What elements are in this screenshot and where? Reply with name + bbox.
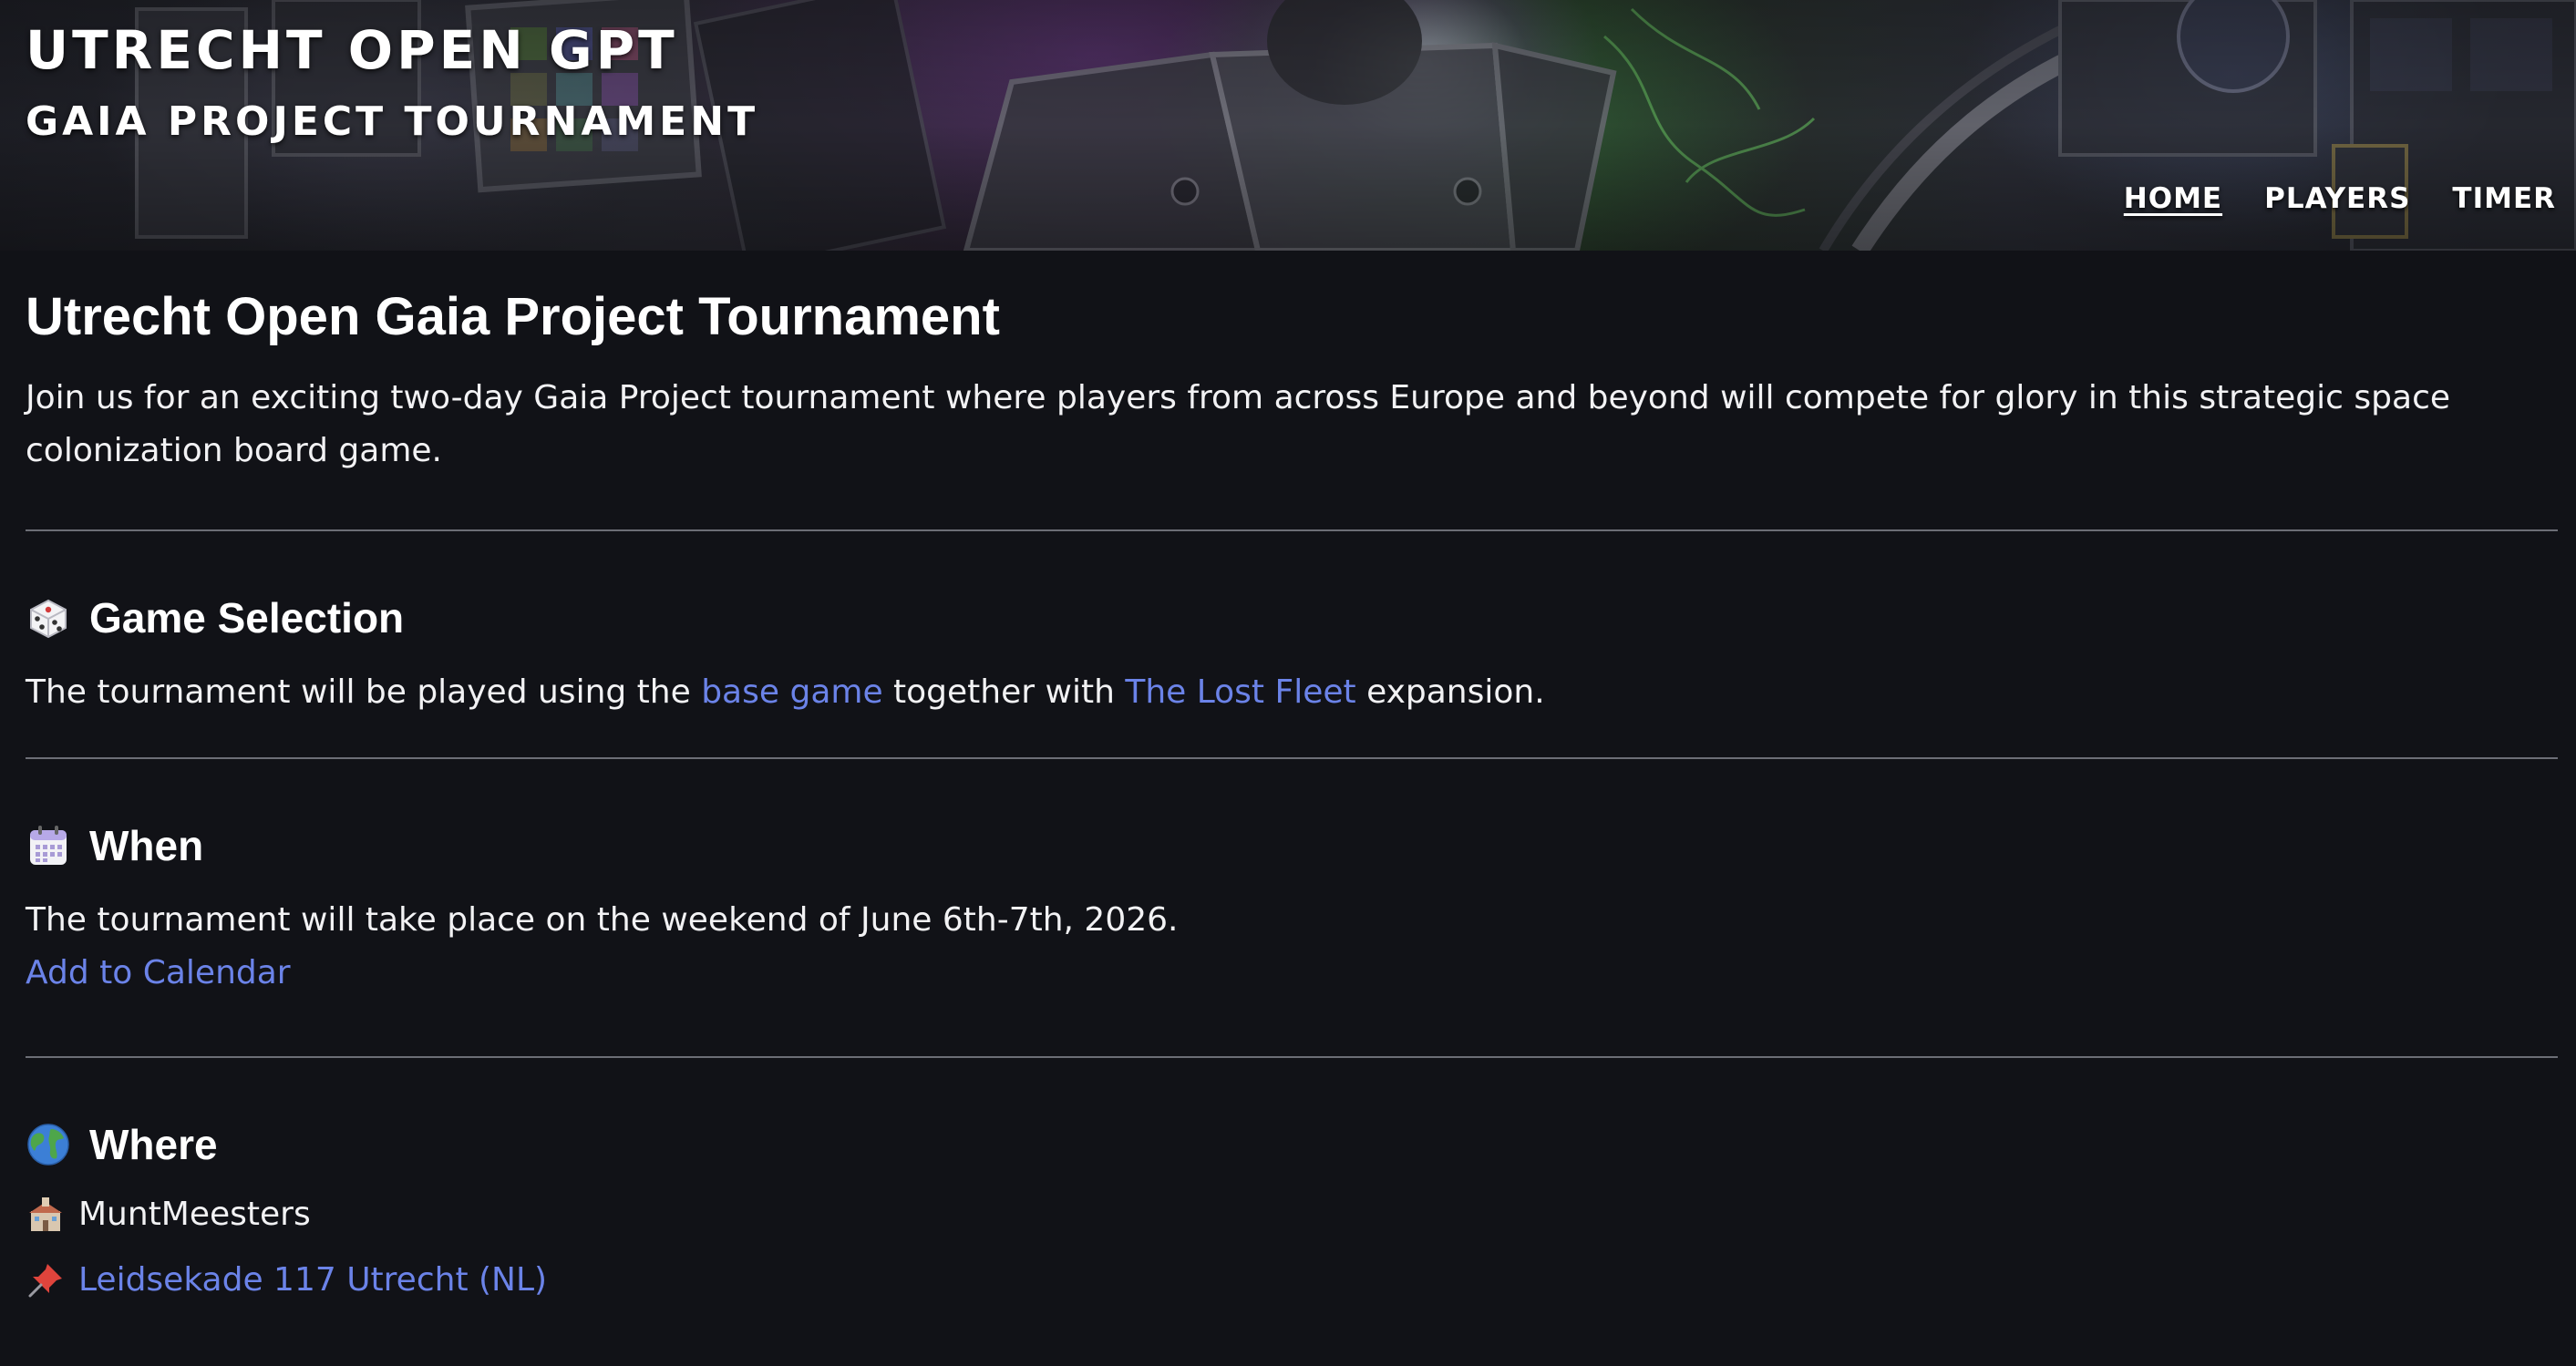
globe-icon — [26, 1122, 71, 1167]
text-fragment: expansion. — [1355, 673, 1545, 711]
base-game-link[interactable]: base game — [701, 673, 882, 711]
section-heading-game-selection: Game Selection — [26, 593, 2558, 642]
add-to-calendar-link[interactable]: Add to Calendar — [26, 954, 291, 991]
lost-fleet-link[interactable]: The Lost Fleet — [1125, 673, 1355, 711]
add-to-calendar-row: Add to Calendar — [26, 947, 2558, 1000]
dice-icon — [26, 595, 71, 641]
section-title: Game Selection — [89, 593, 405, 642]
calendar-icon — [26, 823, 71, 868]
nav-timer[interactable]: TIMER — [2452, 182, 2556, 215]
when-text: The tournament will take place on the we… — [26, 900, 1179, 939]
page-title: Utrecht Open Gaia Project Tournament — [26, 287, 1000, 346]
main-nav: HOME PLAYERS TIMER — [2124, 182, 2556, 215]
main-content: Utrecht Open Gaia Project Tournament Joi… — [26, 251, 2558, 1308]
section-title: Where — [89, 1120, 218, 1168]
intro-text: Join us for an exciting two-day Gaia Pro… — [26, 378, 2451, 469]
venue-name: MuntMeesters — [78, 1196, 311, 1234]
venue-row: MuntMeesters — [26, 1187, 2558, 1242]
site-title[interactable]: UTRECHT OPEN GPT — [26, 24, 678, 77]
section-title: When — [89, 821, 204, 869]
section-heading-where: Where — [26, 1120, 2558, 1169]
divider — [26, 1055, 2558, 1058]
address-row: Leidsekade 117 Utrecht (NL) — [26, 1253, 2558, 1308]
address-link[interactable]: Leidsekade 117 Utrecht (NL) — [78, 1261, 547, 1299]
site-subtitle: GAIA PROJECT TOURNAMENT — [26, 98, 759, 145]
nav-players[interactable]: PLAYERS — [2264, 182, 2410, 215]
building-icon — [26, 1195, 66, 1235]
pushpin-icon — [26, 1260, 66, 1300]
section-heading-when: When — [26, 821, 2558, 870]
divider — [26, 756, 2558, 759]
header-banner: UTRECHT OPEN GPT GAIA PROJECT TOURNAMENT… — [0, 0, 2576, 251]
nav-home[interactable]: HOME — [2124, 182, 2222, 215]
divider — [26, 529, 2558, 531]
text-fragment: The tournament will be played using the — [26, 673, 702, 711]
game-selection-text: The tournament will be played using the … — [26, 666, 2558, 719]
text-fragment: together with — [882, 673, 1126, 711]
